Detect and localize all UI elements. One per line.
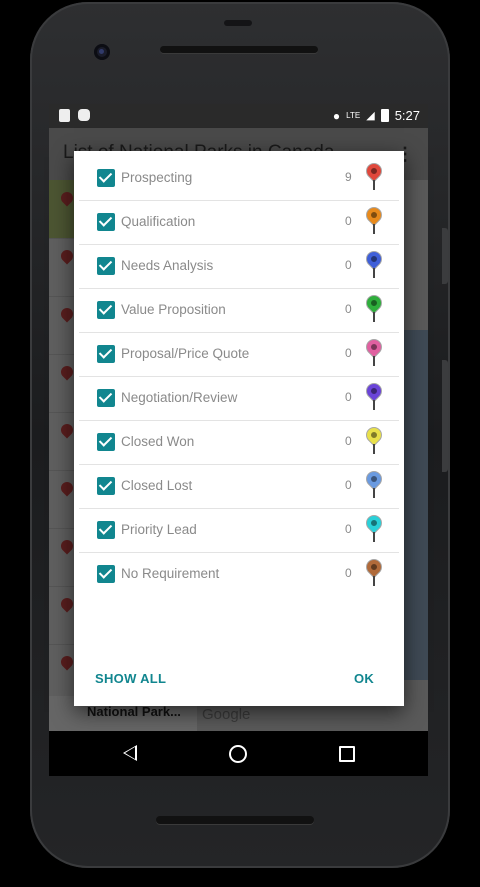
filter-label: Negotiation/Review <box>121 390 238 405</box>
footer-item-label: National Park... <box>87 704 181 719</box>
filter-count: 0 <box>345 214 352 228</box>
checkbox[interactable] <box>97 565 115 583</box>
map-pin-icon <box>58 595 76 613</box>
checkbox[interactable] <box>97 257 115 275</box>
filter-label: Needs Analysis <box>121 258 214 273</box>
filter-item-closed-won[interactable]: Closed Won 0 <box>79 420 399 465</box>
map-pin-icon <box>58 537 76 555</box>
status-bar: ● LTE ◢ 5:27 <box>49 104 428 128</box>
checkbox[interactable] <box>97 389 115 407</box>
marker-stem <box>373 356 375 366</box>
marker-stem <box>373 180 375 190</box>
marker-stem <box>373 532 375 542</box>
marker-stem <box>373 312 375 322</box>
filter-count: 0 <box>345 258 352 272</box>
marker-stem <box>373 444 375 454</box>
filter-count: 0 <box>345 522 352 536</box>
filter-label: Priority Lead <box>121 522 197 537</box>
location-icon: ● <box>332 108 341 123</box>
marker-stem <box>373 488 375 498</box>
filter-count: 9 <box>345 170 352 184</box>
marker-stem <box>373 400 375 410</box>
filter-label: Closed Lost <box>121 478 193 493</box>
android-icon <box>78 109 90 121</box>
marker-icon <box>364 337 384 357</box>
show-all-button[interactable]: SHOW ALL <box>95 671 166 686</box>
marker-icon <box>364 293 384 313</box>
battery-icon <box>380 109 389 122</box>
sd-card-icon <box>59 109 70 122</box>
map-pin-icon <box>58 479 76 497</box>
status-time: 5:27 <box>394 108 420 123</box>
filter-item-no-requirement[interactable]: No Requirement 0 <box>79 552 399 596</box>
filter-label: No Requirement <box>121 566 220 581</box>
filter-item-prospecting[interactable]: Prospecting 9 <box>79 156 399 201</box>
ok-button[interactable]: OK <box>354 671 374 686</box>
map-pin-icon <box>58 363 76 381</box>
marker-icon <box>364 161 384 181</box>
filter-label: Proposal/Price Quote <box>121 346 250 361</box>
marker-icon <box>364 205 384 225</box>
checkbox[interactable] <box>97 433 115 451</box>
filter-count: 0 <box>345 390 352 404</box>
checkbox[interactable] <box>97 169 115 187</box>
navigation-bar <box>49 731 428 776</box>
filter-item-qualification[interactable]: Qualification 0 <box>79 200 399 245</box>
filter-item-value-proposition[interactable]: Value Proposition 0 <box>79 288 399 333</box>
front-camera <box>94 44 110 60</box>
checkbox[interactable] <box>97 301 115 319</box>
filter-label: Qualification <box>121 214 196 229</box>
home-icon[interactable] <box>229 745 247 763</box>
filter-item-negotiation-review[interactable]: Negotiation/Review 0 <box>79 376 399 421</box>
sensor <box>224 20 252 26</box>
recent-apps-icon[interactable] <box>339 746 355 762</box>
checkbox[interactable] <box>97 345 115 363</box>
map-pin-icon <box>58 653 76 671</box>
back-icon[interactable] <box>123 745 137 761</box>
marker-icon <box>364 381 384 401</box>
checkbox[interactable] <box>97 521 115 539</box>
filter-count: 0 <box>345 346 352 360</box>
filter-dialog: Prospecting 9 Qualification 0 Needs Anal… <box>74 151 404 706</box>
filter-item-needs-analysis[interactable]: Needs Analysis 0 <box>79 244 399 289</box>
power-button <box>442 360 448 472</box>
map-pin-icon <box>58 189 76 207</box>
filter-label: Value Proposition <box>121 302 226 317</box>
filter-count: 0 <box>345 434 352 448</box>
filter-label: Closed Won <box>121 434 195 449</box>
filter-count: 0 <box>345 302 352 316</box>
map-pin-icon <box>58 421 76 439</box>
checkbox[interactable] <box>97 213 115 231</box>
filter-item-proposal-price-quote[interactable]: Proposal/Price Quote 0 <box>79 332 399 377</box>
marker-icon <box>364 557 384 577</box>
filter-count: 0 <box>345 566 352 580</box>
checkbox[interactable] <box>97 477 115 495</box>
network-type: LTE <box>346 111 361 120</box>
google-logo: Google <box>202 706 251 723</box>
map-pin-icon <box>58 305 76 323</box>
marker-icon <box>364 513 384 533</box>
marker-stem <box>373 576 375 586</box>
filter-item-closed-lost[interactable]: Closed Lost 0 <box>79 464 399 509</box>
filter-label: Prospecting <box>121 170 193 185</box>
marker-icon <box>364 425 384 445</box>
marker-stem <box>373 224 375 234</box>
marker-stem <box>373 268 375 278</box>
map-pin-icon <box>58 247 76 265</box>
filter-count: 0 <box>345 478 352 492</box>
marker-icon <box>364 469 384 489</box>
signal-icon: ◢ <box>366 110 375 122</box>
filter-item-priority-lead[interactable]: Priority Lead 0 <box>79 508 399 553</box>
marker-icon <box>364 249 384 269</box>
volume-button <box>442 228 448 284</box>
bottom-speaker <box>156 816 314 824</box>
top-speaker <box>160 46 318 53</box>
